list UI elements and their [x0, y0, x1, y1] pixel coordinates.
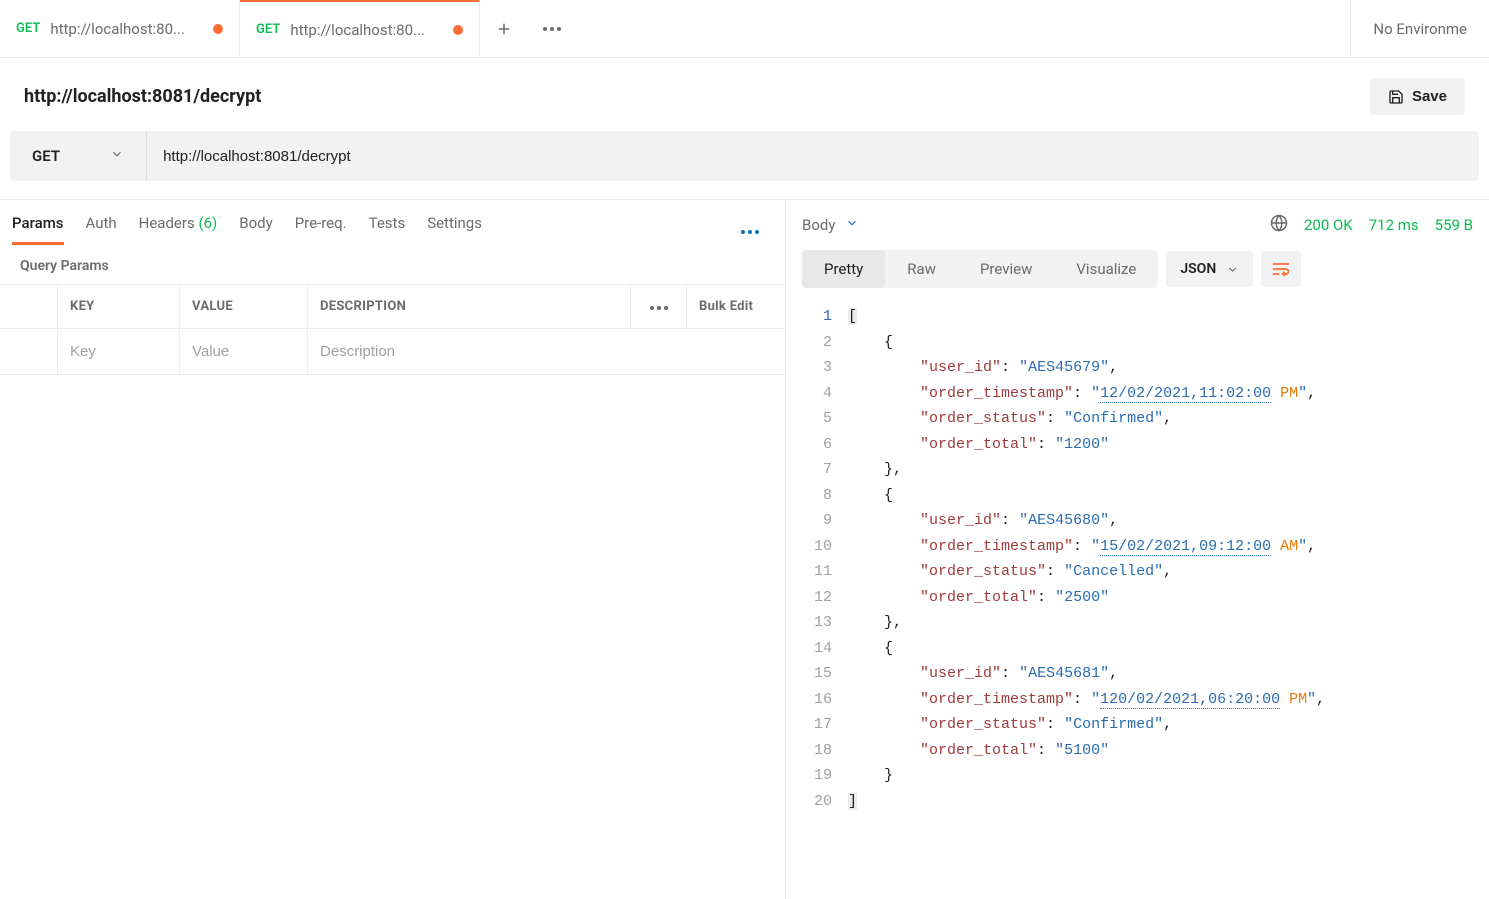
params-header-row: KEY VALUE DESCRIPTION Bulk Edit — [0, 285, 785, 329]
wrap-lines-button[interactable] — [1261, 251, 1301, 287]
tab-title: http://localhost:80... — [290, 21, 443, 39]
dots-icon — [543, 27, 561, 31]
response-code: [ { "user_id": "AES45679", "order_timest… — [848, 304, 1489, 814]
subtab-params[interactable]: Params — [12, 214, 64, 244]
subtab-headers-label: Headers — [139, 214, 195, 232]
format-dropdown[interactable]: JSON — [1166, 251, 1253, 287]
view-raw[interactable]: Raw — [885, 250, 958, 288]
tab-title: http://localhost:80... — [50, 20, 203, 38]
save-button[interactable]: Save — [1370, 78, 1465, 115]
subtab-tests[interactable]: Tests — [369, 214, 406, 244]
tab-method: GET — [16, 21, 40, 36]
unsaved-indicator-icon — [213, 24, 223, 34]
view-visualize[interactable]: Visualize — [1054, 250, 1158, 288]
param-value-input[interactable] — [192, 343, 295, 360]
save-icon — [1388, 89, 1404, 105]
params-empty-row — [0, 329, 785, 375]
response-body-viewer[interactable]: 1234567891011121314151617181920 [ { "use… — [786, 300, 1489, 814]
subtab-overflow-button[interactable] — [741, 220, 773, 238]
response-section-label: Body — [802, 216, 835, 234]
url-bar-wrap: GET — [0, 131, 1489, 200]
method-select[interactable]: GET — [10, 131, 147, 181]
response-status-bar: 200 OK 712 ms 559 B — [1270, 214, 1473, 236]
col-desc: DESCRIPTION — [308, 285, 631, 328]
headers-count: (6) — [198, 214, 217, 232]
dots-icon — [741, 230, 759, 234]
request-pane: Params Auth Headers (6) Body Pre-req. Te… — [0, 200, 786, 899]
request-subtabs: Params Auth Headers (6) Body Pre-req. Te… — [0, 200, 785, 244]
wrap-icon — [1271, 259, 1291, 279]
url-input[interactable] — [147, 131, 1479, 181]
globe-icon[interactable] — [1270, 214, 1288, 236]
environment-label: No Environme — [1373, 20, 1467, 38]
tab-method: GET — [256, 22, 280, 37]
col-value: VALUE — [180, 285, 308, 328]
line-number-gutter: 1234567891011121314151617181920 — [786, 304, 848, 814]
view-preview[interactable]: Preview — [958, 250, 1054, 288]
unsaved-indicator-icon — [453, 25, 463, 35]
subtab-headers[interactable]: Headers (6) — [139, 214, 218, 244]
format-label: JSON — [1180, 261, 1216, 277]
query-params-label: Query Params — [0, 244, 785, 284]
view-pretty[interactable]: Pretty — [802, 250, 885, 288]
dots-icon — [650, 306, 668, 310]
new-tab-button[interactable] — [480, 0, 528, 57]
save-label: Save — [1412, 88, 1447, 105]
chevron-down-icon — [110, 147, 124, 165]
param-key-input[interactable] — [70, 343, 167, 360]
response-pane: Body 200 OK 712 ms 559 B Pretty Raw Prev… — [786, 200, 1489, 899]
param-desc-input[interactable] — [320, 343, 773, 360]
method-label: GET — [32, 147, 60, 165]
subtab-body[interactable]: Body — [239, 214, 272, 244]
response-size: 559 B — [1435, 216, 1473, 234]
subtab-prereq[interactable]: Pre-req. — [295, 214, 347, 244]
request-header: http://localhost:8081/decrypt Save — [0, 58, 1489, 131]
col-key: KEY — [58, 285, 180, 328]
chevron-down-icon — [845, 216, 859, 234]
response-toolbar: Pretty Raw Preview Visualize JSON — [786, 250, 1489, 300]
url-bar: GET — [10, 131, 1479, 181]
bulk-edit-button[interactable]: Bulk Edit — [687, 285, 785, 328]
environment-dropdown[interactable]: No Environme — [1350, 0, 1489, 57]
request-title: http://localhost:8081/decrypt — [24, 86, 1370, 107]
response-header: Body 200 OK 712 ms 559 B — [786, 200, 1489, 250]
subtab-auth[interactable]: Auth — [86, 214, 117, 244]
plus-icon — [495, 20, 513, 38]
panes: Params Auth Headers (6) Body Pre-req. Te… — [0, 200, 1489, 899]
status-code: 200 OK — [1304, 216, 1353, 234]
tab-overflow-button[interactable] — [528, 0, 576, 57]
params-table: KEY VALUE DESCRIPTION Bulk Edit — [0, 284, 785, 375]
col-actions[interactable] — [631, 285, 687, 328]
tab-bar: GET http://localhost:80... GET http://lo… — [0, 0, 1489, 58]
tab-1[interactable]: GET http://localhost:80... — [240, 0, 480, 57]
chevron-down-icon — [1226, 263, 1239, 276]
tab-0[interactable]: GET http://localhost:80... — [0, 0, 240, 57]
response-time: 712 ms — [1369, 216, 1419, 234]
view-mode-segment: Pretty Raw Preview Visualize — [802, 250, 1158, 288]
subtab-settings[interactable]: Settings — [427, 214, 482, 244]
response-section-dropdown[interactable]: Body — [802, 216, 859, 234]
